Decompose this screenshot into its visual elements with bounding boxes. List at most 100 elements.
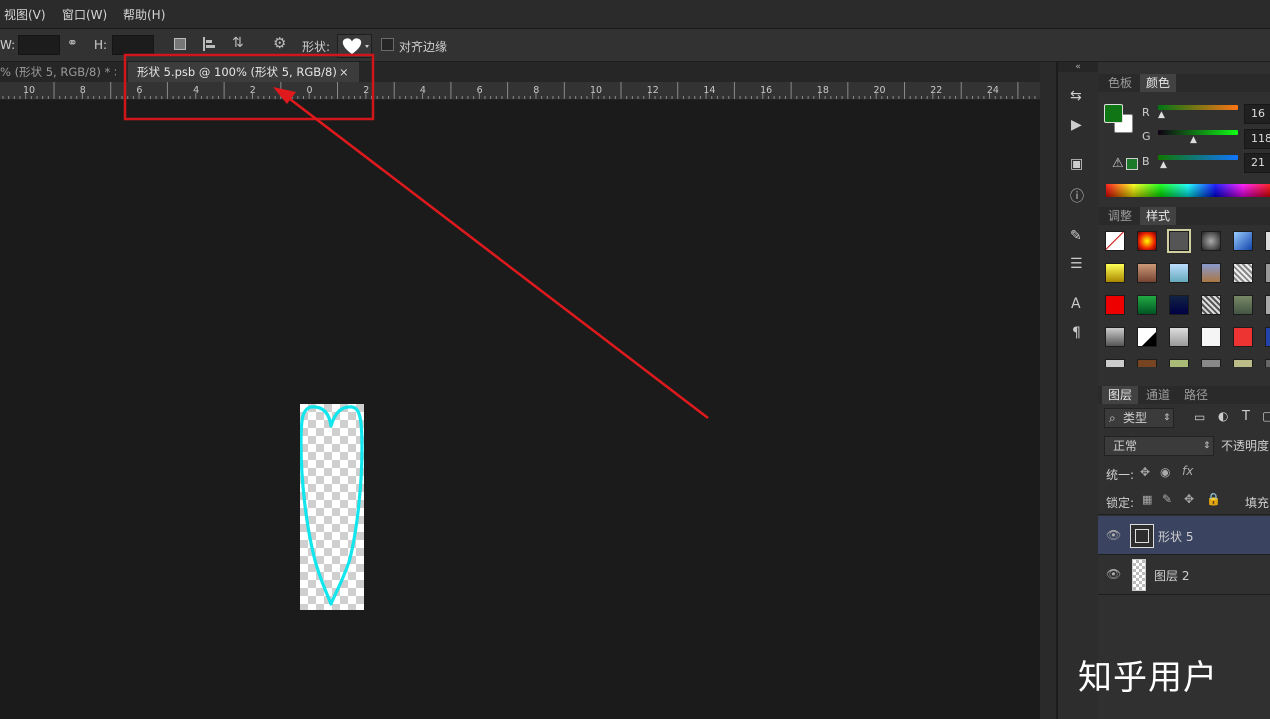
- highlight-box: [123, 53, 375, 121]
- visibility-eye-icon[interactable]: 👁: [1106, 528, 1121, 542]
- style-preset-swatch[interactable]: [1201, 295, 1221, 315]
- tab-paths[interactable]: 路径: [1178, 386, 1214, 404]
- search-icon: ⌕: [1109, 411, 1116, 425]
- history-icon[interactable]: ⇆: [1070, 88, 1086, 104]
- collapse-icon[interactable]: «: [1058, 62, 1098, 72]
- lock-pixels-icon[interactable]: ▦: [1142, 493, 1152, 506]
- panel-icon-strip: « ⇆ ▶ ▣ ⓘ ✎ ☰ A ¶: [1057, 62, 1099, 719]
- chevron-updown-icon: ⇕: [1203, 441, 1211, 451]
- layer-thumbnail: [1132, 559, 1146, 591]
- style-preset-swatch[interactable]: [1137, 231, 1157, 251]
- style-preset-swatch[interactable]: [1167, 229, 1191, 253]
- style-preset-swatch[interactable]: [1137, 327, 1157, 347]
- tab-color[interactable]: 颜色: [1140, 74, 1177, 92]
- filter-image-icon[interactable]: ▭: [1194, 410, 1205, 424]
- color-spectrum-bar[interactable]: [1106, 184, 1270, 197]
- style-preset-swatch[interactable]: [1169, 359, 1189, 367]
- layer-name: 图层 2: [1154, 569, 1190, 583]
- annotation-arrow-line: [285, 95, 709, 419]
- layer-filter-label: 类型: [1123, 411, 1148, 425]
- style-preset-swatch[interactable]: [1265, 231, 1270, 251]
- tab-layers[interactable]: 图层: [1102, 386, 1139, 404]
- style-preset-swatch[interactable]: [1233, 359, 1253, 367]
- filter-type-icon[interactable]: T: [1242, 409, 1250, 424]
- character-icon[interactable]: A: [1071, 296, 1081, 312]
- blue-value-field[interactable]: 21: [1244, 153, 1270, 173]
- lock-position-icon[interactable]: ✥: [1184, 492, 1194, 506]
- styles-grid: [1098, 227, 1270, 367]
- style-preset-swatch[interactable]: [1169, 327, 1189, 347]
- layer-row-layer2[interactable]: 👁 图层 2: [1098, 555, 1270, 593]
- unify-style-icon[interactable]: fx: [1182, 464, 1193, 478]
- red-value-field[interactable]: 16: [1244, 104, 1270, 124]
- layer-filter-select[interactable]: ⌕ 类型 ⇕: [1104, 408, 1174, 428]
- green-value-field[interactable]: 118: [1244, 129, 1270, 149]
- tab-styles[interactable]: 样式: [1140, 207, 1177, 225]
- style-preset-swatch[interactable]: [1265, 295, 1270, 315]
- unify-position-icon[interactable]: ✥: [1140, 465, 1150, 479]
- red-slider-thumb[interactable]: ▲: [1158, 110, 1165, 120]
- lock-label: 锁定:: [1106, 496, 1135, 510]
- tab-channels[interactable]: 通道: [1140, 386, 1176, 404]
- shape-layer-thumbnail-icon: [1130, 524, 1154, 548]
- right-panels: 色板 颜色 ⚠ R ▲ 16 G ▲ 118 B ▲ 21 调整 样式 图层 通…: [1098, 62, 1270, 719]
- styles-panel-tabs: 调整 样式: [1098, 207, 1270, 225]
- green-slider[interactable]: [1158, 130, 1238, 135]
- style-preset-swatch[interactable]: [1201, 327, 1221, 347]
- blue-label: B: [1142, 155, 1150, 168]
- red-label: R: [1142, 106, 1150, 119]
- fill-label: 填充: [1245, 496, 1270, 510]
- style-preset-swatch[interactable]: [1201, 231, 1221, 251]
- canvas-vertical-scrollbar[interactable]: [1040, 62, 1056, 719]
- blend-mode-select[interactable]: 正常 ⇕: [1104, 436, 1214, 456]
- style-preset-swatch[interactable]: [1265, 359, 1270, 367]
- style-preset-swatch[interactable]: [1169, 263, 1189, 283]
- blend-mode-value: 正常: [1113, 439, 1138, 453]
- divider: [1098, 514, 1270, 515]
- style-preset-swatch[interactable]: [1105, 231, 1125, 251]
- style-preset-swatch[interactable]: [1233, 263, 1253, 283]
- green-label: G: [1142, 130, 1151, 143]
- style-preset-swatch[interactable]: [1265, 263, 1270, 283]
- style-preset-swatch[interactable]: [1105, 327, 1125, 347]
- style-preset-swatch[interactable]: [1233, 327, 1253, 347]
- style-preset-swatch[interactable]: [1105, 295, 1125, 315]
- lock-all-icon[interactable]: 🔒: [1206, 492, 1221, 506]
- paragraph-icon[interactable]: ¶: [1072, 325, 1081, 341]
- style-preset-swatch[interactable]: [1137, 359, 1157, 367]
- blue-slider-thumb[interactable]: ▲: [1160, 160, 1167, 170]
- 3d-icon[interactable]: ▣: [1070, 156, 1083, 172]
- red-slider[interactable]: [1158, 105, 1238, 110]
- chevron-updown-icon: ⇕: [1163, 413, 1171, 423]
- warning-icon: ⚠: [1112, 156, 1124, 171]
- style-preset-swatch[interactable]: [1233, 295, 1253, 315]
- style-preset-swatch[interactable]: [1137, 295, 1157, 315]
- actions-play-icon[interactable]: ▶: [1071, 117, 1082, 133]
- visibility-eye-icon[interactable]: 👁: [1106, 567, 1121, 581]
- layers-panel-tabs: 图层 通道 路径: [1098, 386, 1270, 404]
- style-preset-swatch[interactable]: [1265, 327, 1270, 347]
- info-icon[interactable]: ⓘ: [1070, 186, 1084, 206]
- foreground-color-swatch[interactable]: [1104, 104, 1123, 123]
- style-preset-swatch[interactable]: [1201, 263, 1221, 283]
- style-preset-swatch[interactable]: [1201, 359, 1221, 367]
- layer-name: 形状 5: [1158, 530, 1194, 544]
- green-slider-thumb[interactable]: ▲: [1190, 135, 1197, 145]
- filter-adjustment-icon[interactable]: ◐: [1218, 409, 1228, 423]
- style-preset-swatch[interactable]: [1169, 295, 1189, 315]
- style-preset-swatch[interactable]: [1105, 263, 1125, 283]
- filter-shape-icon[interactable]: ▢: [1262, 409, 1270, 423]
- style-preset-swatch[interactable]: [1137, 263, 1157, 283]
- blue-slider[interactable]: [1158, 155, 1238, 160]
- tab-adjustments[interactable]: 调整: [1102, 207, 1138, 225]
- brush-icon[interactable]: ✎: [1070, 228, 1082, 244]
- style-preset-swatch[interactable]: [1105, 359, 1125, 367]
- style-preset-swatch[interactable]: [1233, 231, 1253, 251]
- web-safe-swatch[interactable]: [1126, 158, 1138, 170]
- color-panel-tabs: 色板 颜色: [1098, 74, 1270, 92]
- tab-swatches[interactable]: 色板: [1102, 74, 1138, 92]
- layer-row-shape5[interactable]: 👁 形状 5: [1098, 516, 1270, 554]
- lock-brush-icon[interactable]: ✎: [1162, 492, 1172, 506]
- unify-visibility-icon[interactable]: ◉: [1160, 465, 1170, 479]
- adjust-icon[interactable]: ☰: [1070, 256, 1083, 272]
